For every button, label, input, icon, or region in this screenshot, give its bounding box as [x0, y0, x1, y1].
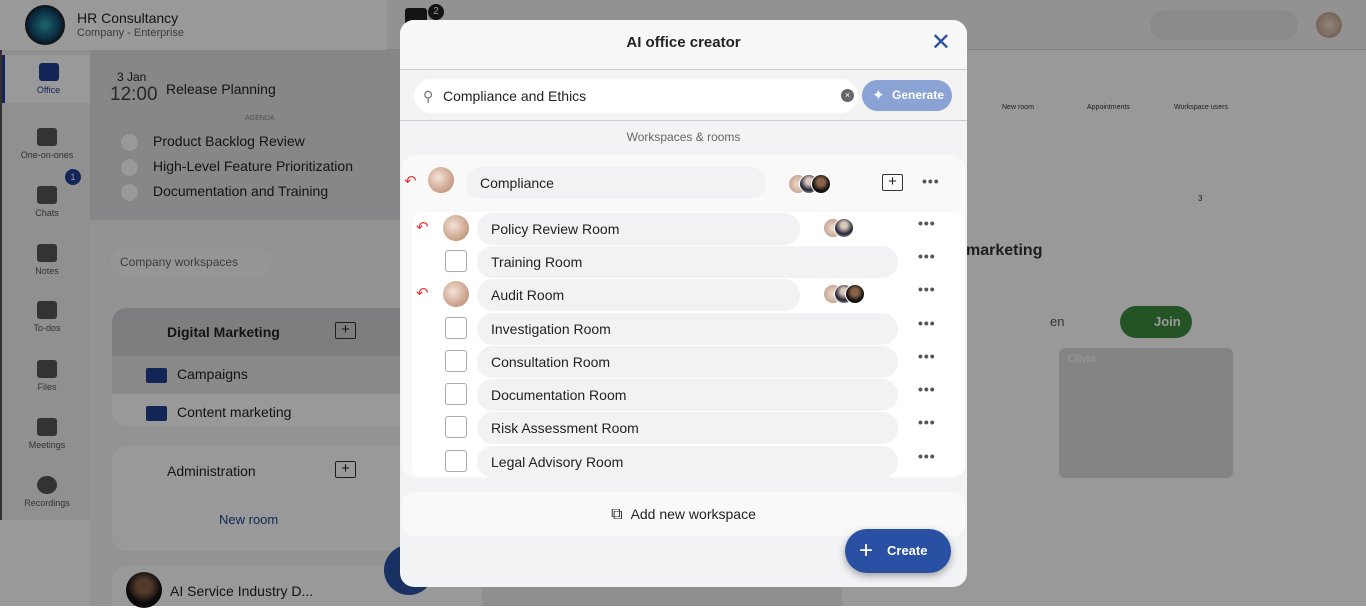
room-row[interactable]: Training Room ••• [400, 246, 967, 278]
room-row[interactable]: Investigation Room ••• [400, 313, 967, 345]
user-avatar [834, 218, 854, 238]
more-icon[interactable]: ••• [918, 248, 936, 264]
room-checkbox[interactable] [445, 317, 467, 339]
search-row: ⚲ Compliance and Ethics × ✦ Generate [400, 70, 967, 121]
more-icon[interactable]: ••• [918, 448, 936, 464]
add-workspace-label: Add new workspace [630, 506, 756, 522]
workspace-row[interactable]: ↶ Compliance + ••• [400, 167, 967, 199]
assignee-avatar[interactable] [428, 167, 454, 193]
prompt-input[interactable]: ⚲ Compliance and Ethics × [414, 79, 858, 113]
room-row[interactable]: ↶ Policy Review Room ••• [400, 213, 967, 245]
room-row[interactable]: Consultation Room ••• [400, 346, 967, 378]
more-icon[interactable]: ••• [918, 281, 936, 297]
room-row[interactable]: Legal Advisory Room ••• [400, 446, 967, 478]
more-icon[interactable]: ••• [918, 414, 936, 430]
room-name-input[interactable]: Audit Room [477, 279, 800, 311]
prompt-value: Compliance and Ethics [443, 88, 587, 104]
undo-icon[interactable]: ↶ [416, 218, 429, 236]
generate-button[interactable]: ✦ Generate [862, 80, 952, 111]
assignee-avatar[interactable] [443, 281, 469, 307]
room-name-input[interactable]: Documentation Room [477, 379, 898, 411]
more-icon[interactable]: ••• [918, 215, 936, 231]
room-checkbox[interactable] [445, 350, 467, 372]
room-checkbox[interactable] [445, 250, 467, 272]
clear-icon[interactable]: × [841, 89, 854, 102]
room-row[interactable]: Documentation Room ••• [400, 379, 967, 411]
more-icon[interactable]: ••• [922, 173, 940, 189]
room-name-input[interactable]: Training Room [477, 246, 898, 278]
undo-icon[interactable]: ↶ [416, 284, 429, 302]
generate-label: Generate [892, 88, 945, 102]
dialog-title: AI office creator [400, 20, 967, 70]
room-name-input[interactable]: Risk Assessment Room [477, 412, 898, 444]
add-room-icon[interactable]: + [882, 174, 903, 191]
room-name-input[interactable]: Legal Advisory Room [477, 446, 898, 478]
plus-icon: + [859, 537, 874, 564]
assignee-avatar[interactable] [443, 215, 469, 241]
workspace-name-input[interactable]: Compliance [466, 167, 766, 199]
create-button[interactable]: + Create [845, 529, 951, 573]
room-row[interactable]: Risk Assessment Room ••• [400, 412, 967, 444]
close-icon[interactable]: ✕ [931, 31, 951, 55]
room-checkbox[interactable] [445, 383, 467, 405]
user-avatar [845, 284, 865, 304]
add-workspace-icon: ⧉ [611, 506, 623, 523]
section-label: Workspaces & rooms [626, 130, 741, 144]
room-name-input[interactable]: Policy Review Room [477, 213, 800, 245]
room-name-input[interactable]: Investigation Room [477, 313, 898, 345]
search-icon: ⚲ [423, 88, 434, 104]
undo-icon[interactable]: ↶ [404, 172, 417, 190]
sparkle-icon: ✦ [872, 87, 885, 104]
create-label: Create [887, 543, 928, 558]
more-icon[interactable]: ••• [918, 381, 936, 397]
room-name-input[interactable]: Consultation Room [477, 346, 898, 378]
room-row[interactable]: ↶ Audit Room ••• [400, 279, 967, 311]
more-icon[interactable]: ••• [918, 315, 936, 331]
user-avatar [811, 174, 831, 194]
more-icon[interactable]: ••• [918, 348, 936, 364]
room-checkbox[interactable] [445, 416, 467, 438]
room-checkbox[interactable] [445, 450, 467, 472]
ai-office-creator-dialog: AI office creator ✕ ⚲ Compliance and Eth… [400, 20, 967, 587]
